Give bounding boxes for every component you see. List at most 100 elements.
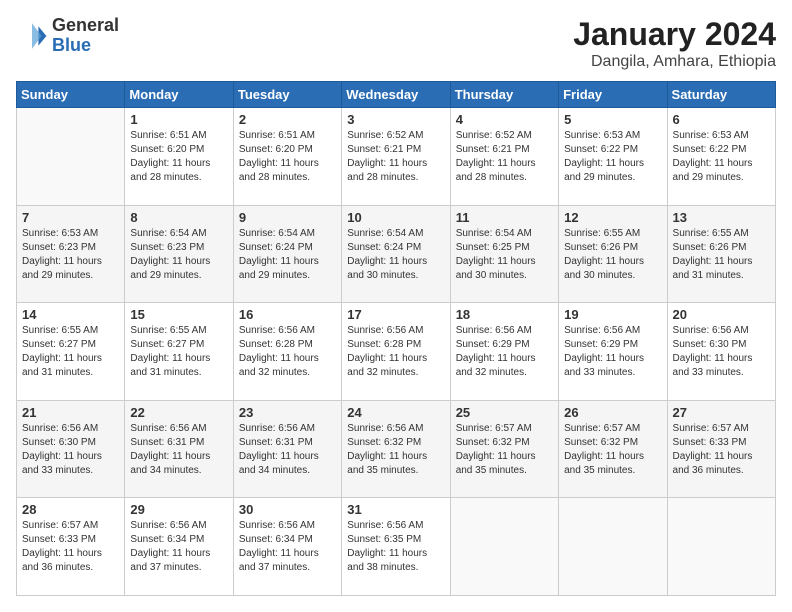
day-info: Sunrise: 6:56 AM Sunset: 6:31 PM Dayligh… — [130, 422, 227, 478]
header: General Blue January 2024 Dangila, Amhar… — [16, 16, 776, 71]
calendar-cell: 22 Sunrise: 6:56 AM Sunset: 6:31 PM Dayli… — [125, 400, 233, 498]
day-number: 22 — [130, 405, 227, 420]
day-info: Sunrise: 6:56 AM Sunset: 6:31 PM Dayligh… — [239, 422, 336, 478]
day-number: 9 — [239, 210, 336, 225]
day-number: 1 — [130, 112, 227, 127]
calendar-week-row: 1 Sunrise: 6:51 AM Sunset: 6:20 PM Daylig… — [17, 108, 776, 206]
calendar-cell: 7 Sunrise: 6:53 AM Sunset: 6:23 PM Daylig… — [17, 205, 125, 303]
calendar-cell: 28 Sunrise: 6:57 AM Sunset: 6:33 PM Dayli… — [17, 498, 125, 596]
calendar-cell: 12 Sunrise: 6:55 AM Sunset: 6:26 PM Dayli… — [559, 205, 667, 303]
calendar-cell: 10Sunrise: 6:54 AM Sunset: 6:24 PM Dayli… — [342, 205, 450, 303]
day-number: 6 — [673, 112, 770, 127]
day-info: Sunrise: 6:51 AM Sunset: 6:20 PM Dayligh… — [130, 129, 227, 185]
calendar-cell: 15 Sunrise: 6:55 AM Sunset: 6:27 PM Dayli… — [125, 303, 233, 401]
day-number: 12 — [564, 210, 661, 225]
day-info: Sunrise: 6:56 AM Sunset: 6:30 PM Dayligh… — [22, 422, 119, 478]
day-info: Sunrise: 6:55 AM Sunset: 6:27 PM Dayligh… — [130, 324, 227, 380]
day-number: 23 — [239, 405, 336, 420]
day-info: Sunrise: 6:56 AM Sunset: 6:29 PM Dayligh… — [564, 324, 661, 380]
day-number: 29 — [130, 502, 227, 517]
calendar-cell: 4 Sunrise: 6:52 AM Sunset: 6:21 PM Daylig… — [450, 108, 558, 206]
page: General Blue January 2024 Dangila, Amhar… — [0, 0, 792, 612]
day-number: 15 — [130, 307, 227, 322]
col-sunday: Sunday — [17, 82, 125, 108]
col-thursday: Thursday — [450, 82, 558, 108]
day-number: 26 — [564, 405, 661, 420]
calendar-cell: 17Sunrise: 6:56 AM Sunset: 6:28 PM Dayli… — [342, 303, 450, 401]
logo-general: General — [52, 16, 119, 36]
day-info: Sunrise: 6:56 AM Sunset: 6:30 PM Dayligh… — [673, 324, 770, 380]
calendar-cell — [667, 498, 775, 596]
calendar-table: Sunday Monday Tuesday Wednesday Thursday… — [16, 81, 776, 596]
calendar-cell: 21 Sunrise: 6:56 AM Sunset: 6:30 PM Dayli… — [17, 400, 125, 498]
day-info: Sunrise: 6:57 AM Sunset: 6:33 PM Dayligh… — [673, 422, 770, 478]
day-info: Sunrise: 6:54 AM Sunset: 6:25 PM Dayligh… — [456, 227, 553, 283]
day-info: Sunrise: 6:53 AM Sunset: 6:23 PM Dayligh… — [22, 227, 119, 283]
calendar-cell: 13 Sunrise: 6:55 AM Sunset: 6:26 PM Dayli… — [667, 205, 775, 303]
day-number: 17 — [347, 307, 444, 322]
calendar-subtitle: Dangila, Amhara, Ethiopia — [573, 53, 776, 71]
day-number: 4 — [456, 112, 553, 127]
day-info: Sunrise: 6:56 AM Sunset: 6:28 PM Dayligh… — [239, 324, 336, 380]
day-info: Sunrise: 6:56 AM Sunset: 6:32 PM Dayligh… — [347, 422, 444, 478]
calendar-week-row: 14 Sunrise: 6:55 AM Sunset: 6:27 PM Dayli… — [17, 303, 776, 401]
day-number: 11 — [456, 210, 553, 225]
col-saturday: Saturday — [667, 82, 775, 108]
day-number: 14 — [22, 307, 119, 322]
day-info: Sunrise: 6:54 AM Sunset: 6:23 PM Dayligh… — [130, 227, 227, 283]
calendar-cell: 1 Sunrise: 6:51 AM Sunset: 6:20 PM Daylig… — [125, 108, 233, 206]
day-info: Sunrise: 6:56 AM Sunset: 6:35 PM Dayligh… — [347, 519, 444, 575]
day-info: Sunrise: 6:52 AM Sunset: 6:21 PM Dayligh… — [347, 129, 444, 185]
calendar-cell: 18Sunrise: 6:56 AM Sunset: 6:29 PM Dayli… — [450, 303, 558, 401]
calendar-cell: 31 Sunrise: 6:56 AM Sunset: 6:35 PM Dayli… — [342, 498, 450, 596]
day-number: 30 — [239, 502, 336, 517]
day-number: 20 — [673, 307, 770, 322]
calendar-cell: 24 Sunrise: 6:56 AM Sunset: 6:32 PM Dayli… — [342, 400, 450, 498]
calendar-cell: 11 Sunrise: 6:54 AM Sunset: 6:25 PM Dayli… — [450, 205, 558, 303]
day-number: 13 — [673, 210, 770, 225]
day-number: 19 — [564, 307, 661, 322]
calendar-title: January 2024 — [573, 16, 776, 53]
day-number: 3 — [347, 112, 444, 127]
calendar-week-row: 28 Sunrise: 6:57 AM Sunset: 6:33 PM Dayli… — [17, 498, 776, 596]
day-number: 21 — [22, 405, 119, 420]
calendar-cell: 5Sunrise: 6:53 AM Sunset: 6:22 PM Daylig… — [559, 108, 667, 206]
col-tuesday: Tuesday — [233, 82, 341, 108]
day-info: Sunrise: 6:55 AM Sunset: 6:27 PM Dayligh… — [22, 324, 119, 380]
day-number: 31 — [347, 502, 444, 517]
day-number: 16 — [239, 307, 336, 322]
day-number: 28 — [22, 502, 119, 517]
day-number: 7 — [22, 210, 119, 225]
day-number: 5 — [564, 112, 661, 127]
calendar-cell: 20 Sunrise: 6:56 AM Sunset: 6:30 PM Dayli… — [667, 303, 775, 401]
col-wednesday: Wednesday — [342, 82, 450, 108]
col-monday: Monday — [125, 82, 233, 108]
day-info: Sunrise: 6:56 AM Sunset: 6:29 PM Dayligh… — [456, 324, 553, 380]
day-info: Sunrise: 6:55 AM Sunset: 6:26 PM Dayligh… — [673, 227, 770, 283]
calendar-cell: 8Sunrise: 6:54 AM Sunset: 6:23 PM Daylig… — [125, 205, 233, 303]
col-friday: Friday — [559, 82, 667, 108]
calendar-cell: 2Sunrise: 6:51 AM Sunset: 6:20 PM Daylig… — [233, 108, 341, 206]
day-info: Sunrise: 6:54 AM Sunset: 6:24 PM Dayligh… — [239, 227, 336, 283]
title-block: January 2024 Dangila, Amhara, Ethiopia — [573, 16, 776, 71]
day-info: Sunrise: 6:56 AM Sunset: 6:34 PM Dayligh… — [239, 519, 336, 575]
calendar-cell: 14 Sunrise: 6:55 AM Sunset: 6:27 PM Dayli… — [17, 303, 125, 401]
calendar-week-row: 7 Sunrise: 6:53 AM Sunset: 6:23 PM Daylig… — [17, 205, 776, 303]
day-number: 2 — [239, 112, 336, 127]
day-number: 25 — [456, 405, 553, 420]
logo-icon — [16, 20, 48, 52]
day-info: Sunrise: 6:55 AM Sunset: 6:26 PM Dayligh… — [564, 227, 661, 283]
logo: General Blue — [16, 16, 119, 56]
calendar-cell — [450, 498, 558, 596]
calendar-week-row: 21 Sunrise: 6:56 AM Sunset: 6:30 PM Dayli… — [17, 400, 776, 498]
day-info: Sunrise: 6:57 AM Sunset: 6:32 PM Dayligh… — [564, 422, 661, 478]
calendar-cell: 6 Sunrise: 6:53 AM Sunset: 6:22 PM Daylig… — [667, 108, 775, 206]
day-info: Sunrise: 6:57 AM Sunset: 6:33 PM Dayligh… — [22, 519, 119, 575]
calendar-cell — [559, 498, 667, 596]
day-info: Sunrise: 6:53 AM Sunset: 6:22 PM Dayligh… — [673, 129, 770, 185]
day-number: 24 — [347, 405, 444, 420]
calendar-cell: 29 Sunrise: 6:56 AM Sunset: 6:34 PM Dayli… — [125, 498, 233, 596]
day-info: Sunrise: 6:52 AM Sunset: 6:21 PM Dayligh… — [456, 129, 553, 185]
day-number: 10 — [347, 210, 444, 225]
day-info: Sunrise: 6:56 AM Sunset: 6:34 PM Dayligh… — [130, 519, 227, 575]
